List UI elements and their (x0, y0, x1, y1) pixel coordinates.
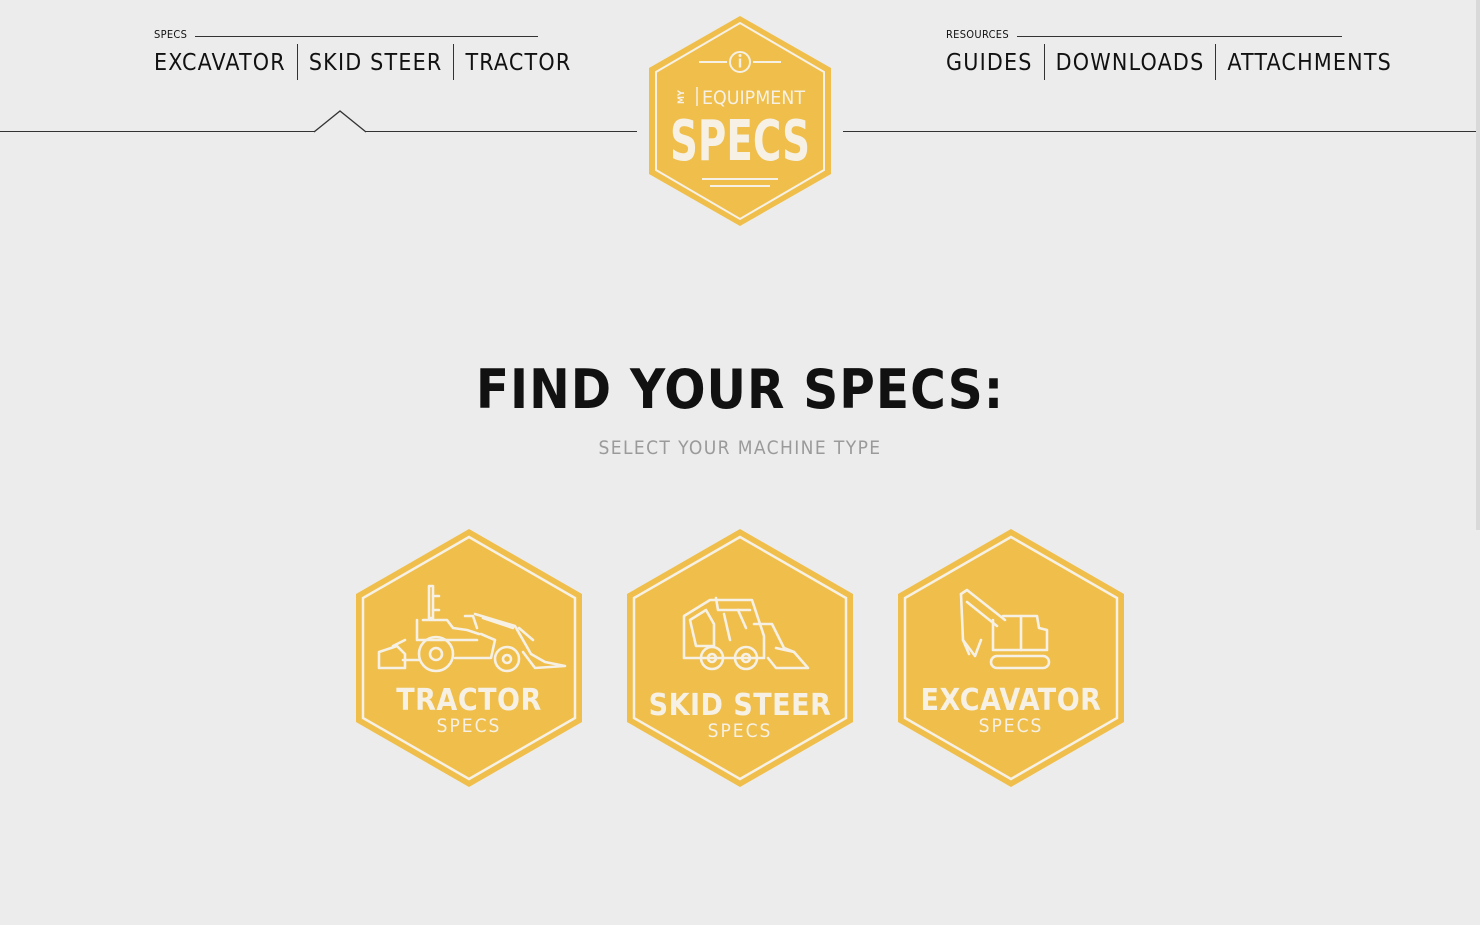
active-nav-indicator (314, 110, 367, 133)
resources-nav-caption-label: RESOURCES (946, 28, 1017, 41)
page-subtitle: SELECT YOUR MACHINE TYPE (598, 437, 882, 459)
resources-nav-caption: RESOURCES (946, 28, 1342, 44)
excavator-specs-card[interactable]: EXCAVATOR SPECS (897, 528, 1125, 788)
nav-link-tractor[interactable]: TRACTOR (453, 44, 582, 80)
tractor-card-title: TRACTOR (396, 683, 542, 718)
nav-link-excavator[interactable]: EXCAVATOR (154, 44, 297, 80)
resources-nav-items: GUIDES DOWNLOADS ATTACHMENTS (946, 44, 1391, 80)
excavator-card-subtitle: SPECS (978, 715, 1044, 737)
nav-link-downloads[interactable]: DOWNLOADS (1043, 44, 1216, 80)
logo-equipment: EQUIPMENT (702, 87, 806, 109)
page-title: FIND YOUR SPECS: (475, 358, 1005, 421)
site-logo[interactable]: MY EQUIPMENT SPECS (647, 14, 833, 228)
excavator-icon (959, 588, 1051, 670)
specs-nav: SPECS EXCAVATOR SKID STEER TRACTOR (154, 28, 570, 80)
logo-specs: SPECS (670, 109, 810, 174)
specs-nav-caption: SPECS (154, 28, 538, 44)
skid-steer-icon (682, 596, 810, 671)
skid-steer-specs-card[interactable]: SKID STEER SPECS (626, 528, 854, 788)
nav-link-attachments[interactable]: ATTACHMENTS (1215, 44, 1403, 80)
nav-link-guides[interactable]: GUIDES (946, 44, 1044, 80)
scrollbar[interactable] (1476, 0, 1480, 530)
resources-nav: RESOURCES GUIDES DOWNLOADS ATTACHMENTS (946, 28, 1391, 80)
excavator-card-title: EXCAVATOR (920, 683, 1102, 718)
header-rule-right (843, 131, 1480, 132)
tractor-card-subtitle: SPECS (436, 715, 502, 737)
skid-steer-card-subtitle: SPECS (707, 720, 773, 742)
specs-nav-items: EXCAVATOR SKID STEER TRACTOR (154, 44, 570, 80)
nav-link-skid-steer[interactable]: SKID STEER (296, 44, 454, 80)
tractor-specs-card[interactable]: TRACTOR SPECS (355, 528, 583, 788)
tractor-icon (377, 584, 567, 673)
skid-steer-card-title: SKID STEER (648, 688, 832, 723)
logo-my: MY (677, 90, 687, 104)
specs-nav-caption-label: SPECS (154, 28, 196, 41)
